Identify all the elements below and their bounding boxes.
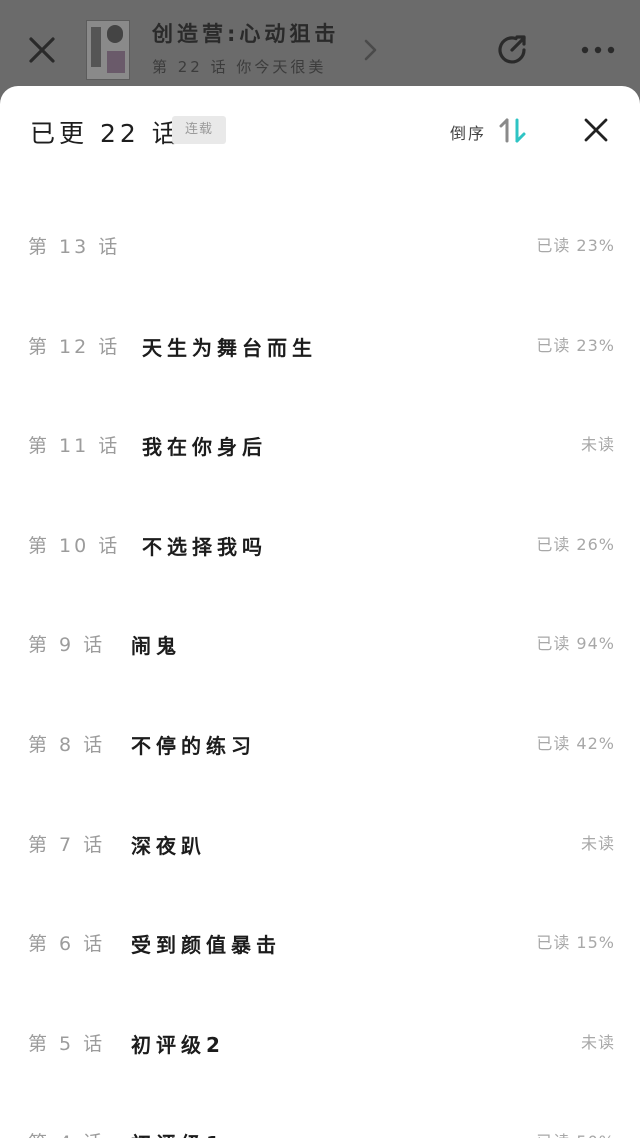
chapter-number: 第 12 话	[28, 335, 121, 358]
chapter-list: 第 13 话 已读 23% 第 12 话 天生为舞台而生 已读 23% 第 11…	[0, 196, 640, 1138]
sheet-title: 已更 22 话	[30, 119, 181, 148]
chapter-number: 第 8 话	[28, 733, 106, 756]
read-status: 已读 15%	[536, 933, 615, 953]
chapter-row[interactable]: 第 7 话 深夜趴 未读	[0, 794, 640, 894]
chapter-number: 第 4 话	[28, 1128, 105, 1138]
latest-episode[interactable]: 第 22 话 你今天很美	[152, 56, 326, 77]
read-status: 未读	[580, 833, 615, 853]
chapter-title: 初评级2	[131, 1032, 225, 1057]
chapter-row[interactable]: 第 9 话 闹鬼 已读 94%	[0, 594, 640, 694]
status-badge: 连载	[172, 116, 226, 144]
chapter-row[interactable]: 第 5 话 初评级2 未读	[0, 993, 640, 1093]
read-status: 已读 94%	[536, 634, 615, 654]
chapter-title: 不选择我吗	[142, 534, 267, 559]
chapter-title: 天生为舞台而生	[142, 335, 317, 360]
chapter-row[interactable]: 第 10 话 不选择我吗 已读 26%	[0, 495, 640, 595]
chapter-title: 不停的练习	[131, 733, 256, 758]
sort-button[interactable]: 倒序	[450, 114, 532, 146]
read-status: 已读 23%	[536, 236, 615, 255]
chapter-number: 第 6 话	[28, 933, 106, 956]
close-icon[interactable]	[26, 34, 58, 66]
chapter-number: 第 9 话	[28, 634, 106, 657]
chapter-number: 第 7 话	[28, 833, 106, 856]
chapter-number: 第 13 话	[28, 236, 121, 258]
chapter-number: 第 5 话	[28, 1032, 106, 1055]
chapter-title: 深夜趴	[131, 833, 206, 858]
read-status: 已读 23%	[536, 335, 615, 355]
chapter-row[interactable]: 第 13 话 已读 23%	[0, 196, 640, 296]
sort-order-icon	[499, 118, 526, 143]
close-sheet-icon[interactable]	[582, 116, 610, 144]
sort-label: 倒序	[450, 124, 487, 143]
chapter-title: 初评级1	[131, 1128, 225, 1138]
read-status: 未读	[580, 435, 615, 455]
chapter-title: 受到颜值暴击	[131, 933, 281, 958]
read-status: 已读 26%	[536, 534, 615, 554]
read-status: 未读	[580, 1032, 615, 1052]
chevron-right-icon[interactable]	[362, 38, 380, 62]
chapter-number: 第 10 话	[28, 534, 121, 557]
chapter-row[interactable]: 第 8 话 不停的练习 已读 42%	[0, 694, 640, 794]
chapter-list-sheet: 已更 22 话 连载 倒序 第 13 话 已读 23% 第 12 话 天生为舞台…	[0, 86, 640, 1138]
read-status: 已读 42%	[536, 733, 615, 753]
comic-title[interactable]: 创造营:心动狙击	[152, 18, 339, 48]
chapter-row[interactable]: 第 6 话 受到颜值暴击 已读 15%	[0, 893, 640, 993]
share-icon[interactable]	[494, 32, 530, 68]
chapter-title: 闹鬼	[131, 634, 181, 659]
chapter-number: 第 11 话	[28, 435, 121, 458]
more-icon[interactable]	[578, 40, 618, 60]
reader-header: 创造营:心动狙击 第 22 话 你今天很美	[0, 0, 640, 100]
chapter-row[interactable]: 第 4 话 初评级1 已读 50%	[0, 1092, 640, 1138]
chapter-row[interactable]: 第 11 话 我在你身后 未读	[0, 395, 640, 495]
chapter-title: 我在你身后	[142, 435, 267, 460]
comic-cover-image[interactable]	[86, 20, 130, 80]
chapter-row[interactable]: 第 12 话 天生为舞台而生 已读 23%	[0, 296, 640, 396]
read-status: 已读 50%	[536, 1128, 615, 1138]
